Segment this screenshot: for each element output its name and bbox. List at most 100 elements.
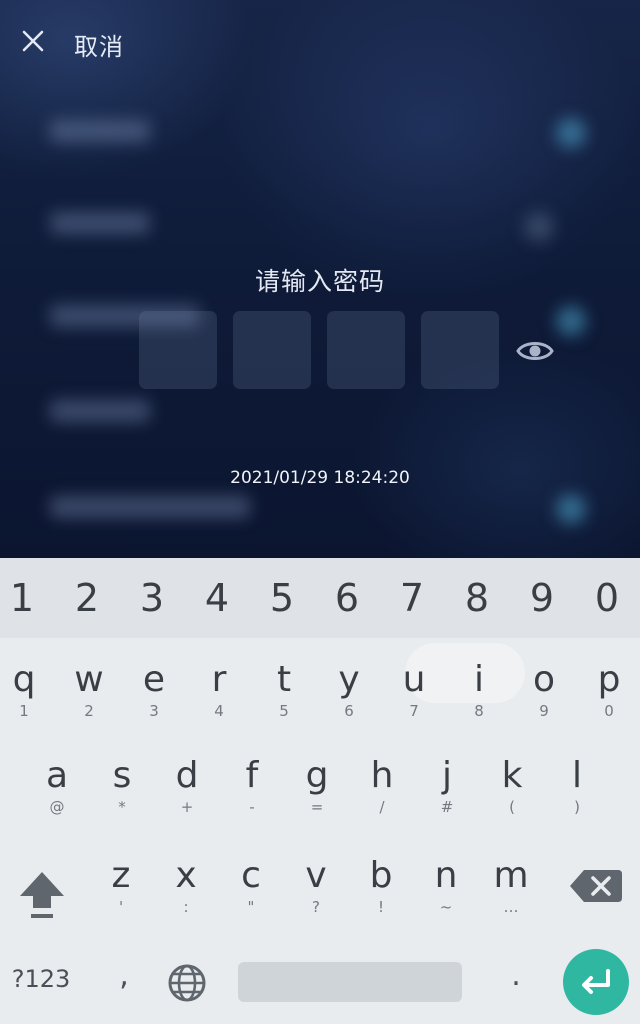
comma-key[interactable]: ,	[104, 958, 144, 993]
letter-key-e[interactable]: e3	[124, 658, 184, 738]
letter-key-p[interactable]: p0	[579, 658, 639, 738]
letter-key-m[interactable]: m…	[481, 854, 541, 934]
space-key[interactable]	[238, 962, 462, 1002]
password-prompt-title: 请输入密码	[254, 267, 385, 296]
key-letter: l	[571, 755, 582, 796]
key-hint: 0	[604, 702, 614, 720]
blurred-row	[50, 212, 150, 234]
key-hint: 8	[474, 702, 484, 720]
key-letter: v	[305, 855, 327, 896]
blurred-row	[50, 120, 150, 142]
letter-key-c[interactable]: c "	[221, 854, 281, 934]
letter-key-z[interactable]: z '	[91, 854, 151, 934]
timestamp: 2021/01/29 18:24:20	[230, 468, 410, 488]
pin-digit-box[interactable]	[139, 311, 217, 389]
key-letter: n	[434, 855, 458, 896]
key-letter: g	[305, 755, 329, 796]
key-hint: 5	[279, 702, 289, 720]
backspace-icon	[570, 870, 622, 902]
blurred-row	[50, 496, 250, 518]
letter-key-w[interactable]: w2	[59, 658, 119, 738]
period-key[interactable]: .	[498, 958, 534, 993]
pin-digit-box[interactable]	[421, 311, 499, 389]
enter-icon	[582, 969, 610, 994]
number-key[interactable]: 1	[0, 576, 49, 620]
close-button[interactable]	[18, 26, 48, 56]
cancel-label[interactable]: 取消	[74, 27, 124, 62]
symbols-key[interactable]: ?123	[6, 965, 76, 993]
number-key[interactable]: 3	[125, 576, 179, 620]
key-letter: k	[501, 755, 523, 796]
key-hint: '	[118, 898, 124, 916]
key-letter: i	[473, 659, 484, 700]
key-hint: -	[249, 798, 255, 816]
letter-key-i[interactable]: i8	[449, 658, 509, 738]
shift-icon	[20, 872, 64, 918]
key-letter: b	[369, 855, 393, 896]
close-icon	[22, 30, 44, 52]
key-letter: j	[441, 755, 452, 796]
blurred-dot	[556, 306, 586, 336]
key-letter: m	[493, 855, 529, 896]
backspace-key[interactable]	[568, 866, 624, 906]
key-hint: 6	[344, 702, 354, 720]
shift-key[interactable]	[14, 866, 70, 922]
letter-key-k[interactable]: k(	[482, 754, 542, 834]
key-hint: =	[310, 798, 324, 816]
letter-key-f[interactable]: f-	[222, 754, 282, 834]
number-key[interactable]: 9	[515, 576, 569, 620]
letter-key-v[interactable]: v?	[286, 854, 346, 934]
letter-key-n[interactable]: n ~	[416, 854, 476, 934]
key-letter: a	[45, 755, 69, 796]
key-hint: 7	[409, 702, 419, 720]
soft-keyboard: 1 2 3 4 5 6 7 8 9 0 q 1 w 2 e 3 r 4 t 5 y 6 u 7 i 8 o 9 p 0 a @ s * d + f - g =…	[0, 558, 640, 1024]
number-key[interactable]: 4	[190, 576, 244, 620]
key-hint: ?	[312, 898, 320, 916]
blurred-dot	[556, 494, 586, 524]
letter-key-l[interactable]: l)	[547, 754, 607, 834]
number-key[interactable]: 0	[580, 576, 634, 620]
key-hint: :	[183, 898, 189, 916]
number-key[interactable]: 5	[255, 576, 309, 620]
letter-key-d[interactable]: d +	[157, 754, 217, 834]
number-key[interactable]: 6	[320, 576, 374, 620]
key-hint: !	[377, 898, 384, 916]
letter-key-s[interactable]: s *	[92, 754, 152, 834]
key-letter: t	[276, 659, 292, 700]
letter-key-j[interactable]: j #	[417, 754, 477, 834]
letter-key-r[interactable]: r4	[189, 658, 249, 738]
key-hint: …	[503, 898, 519, 916]
key-letter: x	[175, 855, 197, 896]
letter-key-u[interactable]: u7	[384, 658, 444, 738]
key-letter: w	[74, 659, 104, 700]
pin-digit-box[interactable]	[327, 311, 405, 389]
number-key[interactable]: 7	[385, 576, 439, 620]
key-letter: s	[112, 755, 132, 796]
key-letter: r	[211, 659, 227, 700]
letter-key-y[interactable]: y6	[319, 658, 379, 738]
key-hint: 9	[539, 702, 549, 720]
key-hint: (	[509, 798, 515, 816]
key-hint: 2	[84, 702, 94, 720]
toggle-visibility-button[interactable]	[515, 336, 555, 366]
key-hint: "	[247, 898, 255, 916]
letter-key-o[interactable]: o9	[514, 658, 574, 738]
language-key[interactable]	[165, 961, 209, 1005]
key-letter: e	[142, 659, 166, 700]
letter-key-b[interactable]: b!	[351, 854, 411, 934]
blurred-row	[50, 400, 150, 422]
key-hint: 1	[19, 702, 29, 720]
letter-key-a[interactable]: a @	[27, 754, 87, 834]
blurred-dot	[556, 118, 586, 148]
enter-key[interactable]	[563, 949, 629, 1015]
letter-key-h[interactable]: h /	[352, 754, 412, 834]
letter-key-x[interactable]: x:	[156, 854, 216, 934]
blurred-dot	[524, 212, 554, 242]
pin-digit-box[interactable]	[233, 311, 311, 389]
letter-key-g[interactable]: g =	[287, 754, 347, 834]
number-key[interactable]: 2	[60, 576, 114, 620]
letter-key-t[interactable]: t5	[254, 658, 314, 738]
number-key[interactable]: 8	[450, 576, 504, 620]
letter-key-q[interactable]: q1	[0, 658, 54, 738]
screen: 取消 请输入密码 2021/01/29 18:24:20 1234567890q…	[0, 0, 640, 1024]
